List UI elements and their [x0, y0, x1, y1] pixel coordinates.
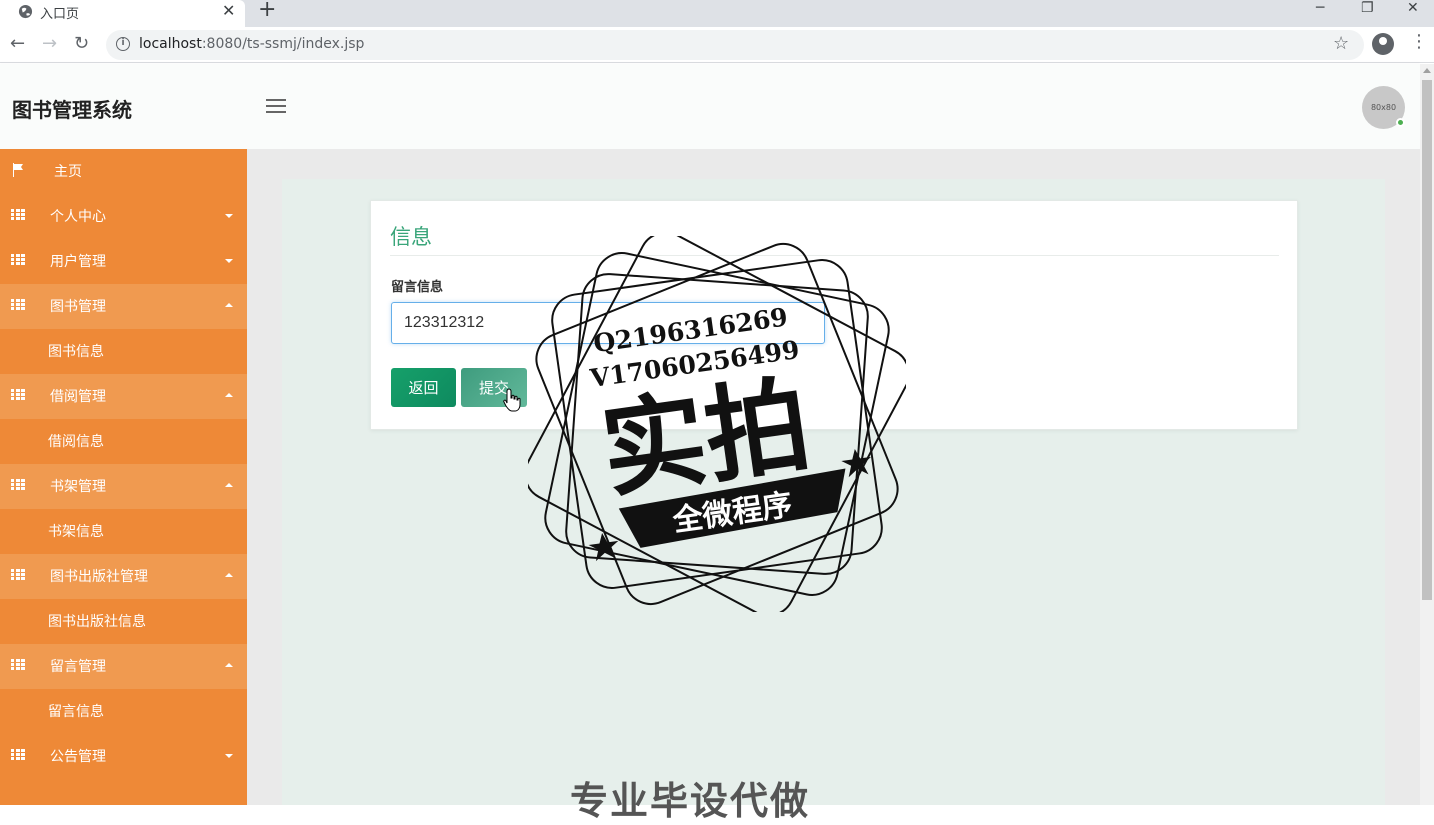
profile-icon[interactable] — [1372, 33, 1394, 55]
tab-title: 入口页 — [40, 7, 80, 22]
caret-down-icon — [225, 259, 233, 263]
site-info-icon[interactable]: i — [116, 37, 130, 51]
sidebar-item-label: 公告管理 — [50, 749, 106, 765]
forward-arrow-icon[interactable]: → — [42, 33, 57, 54]
url-host: localhost — [139, 36, 202, 52]
grid-icon — [11, 479, 25, 490]
sidebar-item[interactable]: 用户管理 — [0, 239, 247, 284]
address-bar[interactable]: i localhost:8080/ts-ssmj/index.jsp — [106, 30, 1364, 60]
browser-toolbar: ← → ↻ i localhost:8080/ts-ssmj/index.jsp… — [0, 27, 1434, 63]
bookmark-star-icon[interactable]: ☆ — [1333, 33, 1349, 54]
window-close-icon[interactable]: ✕ — [1407, 0, 1419, 16]
sidebar-item[interactable]: 图书信息 — [0, 329, 247, 374]
message-input[interactable] — [391, 302, 825, 344]
browser-tab[interactable]: 入口页 ✕ — [0, 0, 245, 27]
url-text: localhost:8080/ts-ssmj/index.jsp — [139, 36, 364, 52]
grid-icon — [11, 569, 25, 580]
message-field-label: 留言信息 — [391, 280, 444, 295]
sidebar-item[interactable]: 图书管理 — [0, 284, 247, 329]
grid-icon — [11, 389, 25, 400]
caret-up-icon — [225, 303, 233, 307]
globe-icon — [18, 4, 33, 19]
sidebar-item-label: 图书出版社信息 — [48, 614, 146, 630]
sidebar-item[interactable]: 借阅信息 — [0, 419, 247, 464]
sidebar-item[interactable]: 留言信息 — [0, 689, 247, 734]
sidebar-item-label: 图书出版社管理 — [50, 569, 148, 585]
reload-icon[interactable]: ↻ — [74, 33, 89, 54]
sidebar-item[interactable]: 书架管理 — [0, 464, 247, 509]
browser-tab-bar: 入口页 ✕ + ─ ❐ ✕ — [0, 0, 1434, 27]
sidebar-item-label: 个人中心 — [50, 209, 106, 225]
back-arrow-icon[interactable]: ← — [10, 33, 25, 54]
sidebar-item-label: 用户管理 — [50, 254, 106, 270]
restore-icon[interactable]: ❐ — [1361, 0, 1374, 16]
sidebar-item-label: 留言信息 — [48, 704, 104, 720]
caret-up-icon — [225, 393, 233, 397]
sidebar: 主页个人中心用户管理图书管理图书信息借阅管理借阅信息书架管理书架信息图书出版社管… — [0, 149, 247, 805]
grid-icon — [11, 209, 25, 220]
new-tab-button[interactable]: + — [258, 0, 276, 22]
grid-icon — [11, 299, 25, 310]
hamburger-menu-icon[interactable] — [266, 99, 286, 113]
url-path: :8080/ts-ssmj/index.jsp — [201, 36, 365, 52]
browser-menu-icon[interactable]: ⋮ — [1410, 31, 1428, 52]
sidebar-item[interactable]: 留言管理 — [0, 644, 247, 689]
caret-up-icon — [225, 573, 233, 577]
caret-down-icon — [225, 214, 233, 218]
sidebar-item[interactable]: 借阅管理 — [0, 374, 247, 419]
sidebar-item[interactable]: 公告管理 — [0, 734, 247, 779]
divider — [390, 255, 1279, 256]
flag-icon — [13, 163, 23, 177]
sidebar-item[interactable]: 书架信息 — [0, 509, 247, 554]
minimize-icon[interactable]: ─ — [1316, 0, 1324, 16]
caret-up-icon — [225, 663, 233, 667]
grid-icon — [11, 659, 25, 670]
vertical-scrollbar[interactable] — [1420, 64, 1434, 805]
sidebar-item[interactable]: 个人中心 — [0, 194, 247, 239]
app-title: 图书管理系统 — [12, 98, 132, 122]
sidebar-item-label: 书架信息 — [48, 524, 104, 540]
caret-up-icon — [225, 483, 233, 487]
sidebar-item-label: 书架管理 — [50, 479, 106, 495]
grid-icon — [11, 254, 25, 265]
sidebar-item-label: 借阅信息 — [48, 434, 104, 450]
hand-cursor-icon — [503, 388, 521, 412]
sidebar-item-label: 留言管理 — [50, 659, 106, 675]
bottom-watermark: 专业毕设代做 — [570, 779, 811, 823]
sidebar-item-label: 主页 — [54, 164, 82, 180]
grid-icon — [11, 749, 25, 760]
back-button[interactable]: 返回 — [391, 368, 456, 407]
sidebar-item[interactable]: 主页 — [0, 149, 247, 194]
caret-down-icon — [225, 754, 233, 758]
app-header: 图书管理系统 80x80 — [0, 64, 1420, 149]
scrollbar-thumb[interactable] — [1422, 80, 1432, 600]
close-tab-icon[interactable]: ✕ — [222, 1, 235, 20]
card-title: 信息 — [390, 225, 432, 249]
sidebar-item[interactable]: 图书出版社管理 — [0, 554, 247, 599]
online-status-dot — [1396, 118, 1405, 127]
sidebar-item-label: 图书管理 — [50, 299, 106, 315]
sidebar-item[interactable]: 图书出版社信息 — [0, 599, 247, 644]
scroll-up-arrow-icon[interactable] — [1423, 68, 1431, 73]
sidebar-item-label: 图书信息 — [48, 344, 104, 360]
sidebar-item-label: 借阅管理 — [50, 389, 106, 405]
